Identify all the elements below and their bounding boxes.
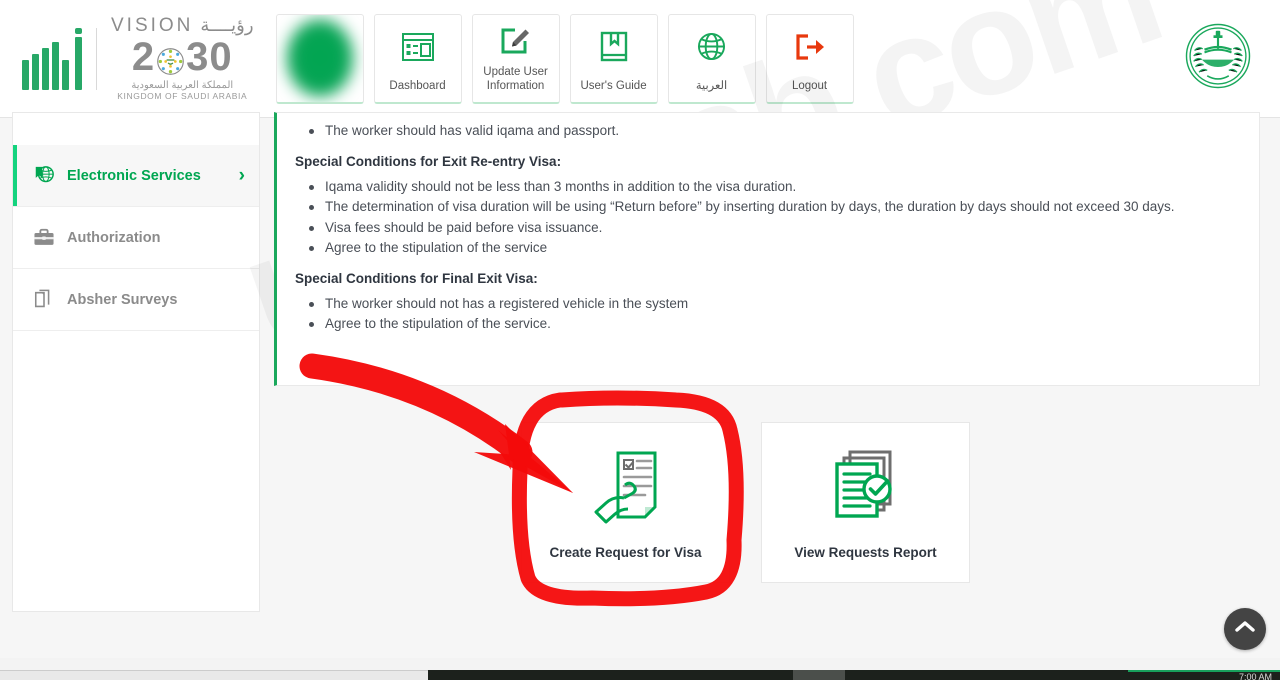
brand-logo: VISION رؤيــــة 2 3 0 المملكة العربية ال… [0, 9, 254, 109]
absher-bars-logo [22, 27, 82, 90]
vision-2030-logo: VISION رؤيــــة 2 3 0 المملكة العربية ال… [111, 16, 254, 101]
list-item: Agree to the stipulation of the service [295, 238, 1239, 259]
site-header: VISION رؤيــــة 2 3 0 المملكة العربية ال… [0, 0, 1280, 118]
documents-check-icon [828, 445, 904, 527]
list-item: The worker should has valid iqama and pa… [295, 121, 1239, 142]
vision-word-arabic: رؤيــــة [200, 15, 254, 36]
chevron-up-icon [1235, 620, 1255, 638]
sidebar-item-absher-surveys[interactable]: Absher Surveys [13, 269, 259, 331]
ministry-of-interior-emblem [1182, 20, 1254, 97]
nav-tab-redacted[interactable] [275, 13, 364, 104]
list-item: The worker should not has a registered v… [295, 294, 1239, 315]
section-heading-exit-reentry: Special Conditions for Exit Re-entry Vis… [295, 153, 562, 169]
taskbar-left-region [0, 670, 428, 680]
card-create-request-for-visa[interactable]: Create Request for Visa [521, 422, 730, 583]
taskbar-clock: 7:00 AM [1238, 672, 1272, 680]
edit-pencil-icon [500, 15, 532, 65]
briefcase-icon [31, 228, 57, 248]
nav-tab-label: Update User Information [483, 65, 548, 93]
service-cards: Create Request for Visa View Requests Re… [521, 422, 970, 583]
taskbar-active-item[interactable] [793, 670, 845, 680]
nav-tab-logout[interactable]: Logout [765, 13, 854, 104]
sidebar-item-electronic-services[interactable]: Electronic Services › [13, 145, 259, 207]
top-navigation: Dashboard Update User Information User's… [275, 13, 854, 104]
globe-flag-icon [31, 165, 57, 187]
os-taskbar: 7:00 AM [0, 670, 1280, 680]
nav-tab-label: User's Guide [580, 80, 647, 93]
dashboard-icon [401, 15, 435, 80]
sidebar-item-label: Electronic Services [67, 167, 201, 184]
scroll-to-top-button[interactable] [1224, 608, 1266, 650]
sidebar-item-label: Authorization [67, 229, 161, 246]
vision-pattern-icon [156, 43, 185, 75]
nav-tab-label: Dashboard [389, 80, 446, 93]
vision-word: VISION [111, 15, 194, 37]
nav-tab-dashboard[interactable]: Dashboard [373, 13, 462, 104]
clipped-bullet-list: The worker should has valid iqama and pa… [295, 121, 1239, 142]
card-view-requests-report[interactable]: View Requests Report [761, 422, 970, 583]
logout-icon [794, 15, 826, 80]
sidebar-item-label: Absher Surveys [67, 291, 178, 308]
sidebar: Electronic Services › Authorization Absh… [12, 112, 260, 612]
globe-icon [697, 15, 726, 80]
nav-tab-arabic[interactable]: العربية [667, 13, 756, 104]
nav-tab-label: Logout [791, 80, 828, 93]
list-item: Agree to the stipulation of the service. [295, 314, 1239, 335]
section-heading-final-exit: Special Conditions for Final Exit Visa: [295, 270, 538, 286]
sidebar-item-authorization[interactable]: Authorization [13, 207, 259, 269]
section-list-exit-reentry: Iqama validity should not be less than 3… [295, 177, 1239, 259]
page-root: VISION رؤيــــة 2 3 0 المملكة العربية ال… [0, 0, 1280, 680]
card-label: Create Request for Visa [549, 545, 702, 560]
kingdom-english: KINGDOM OF SAUDI ARABIA [117, 91, 248, 102]
section-list-final-exit: The worker should not has a registered v… [295, 294, 1239, 335]
redaction-blob-icon [282, 15, 357, 101]
brand-divider [96, 27, 97, 90]
vision-year: 2 3 0 [131, 35, 233, 80]
list-item: Iqama validity should not be less than 3… [295, 177, 1239, 198]
hand-signing-document-icon [587, 445, 665, 527]
book-icon [599, 15, 629, 80]
list-item: The determination of visa duration will … [295, 197, 1239, 218]
kingdom-arabic: المملكة العربية السعودية [131, 80, 234, 92]
nav-tab-users-guide[interactable]: User's Guide [569, 13, 658, 104]
sidebar-top-spacer [13, 113, 259, 145]
list-item: Visa fees should be paid before visa iss… [295, 218, 1239, 239]
nav-tab-update-user-information[interactable]: Update User Information [471, 13, 560, 104]
nav-tab-label: العربية [695, 80, 728, 93]
card-label: View Requests Report [794, 545, 937, 560]
conditions-panel: The worker should has valid iqama and pa… [274, 112, 1260, 386]
documents-icon [31, 289, 57, 311]
chevron-right-icon: › [238, 165, 245, 186]
